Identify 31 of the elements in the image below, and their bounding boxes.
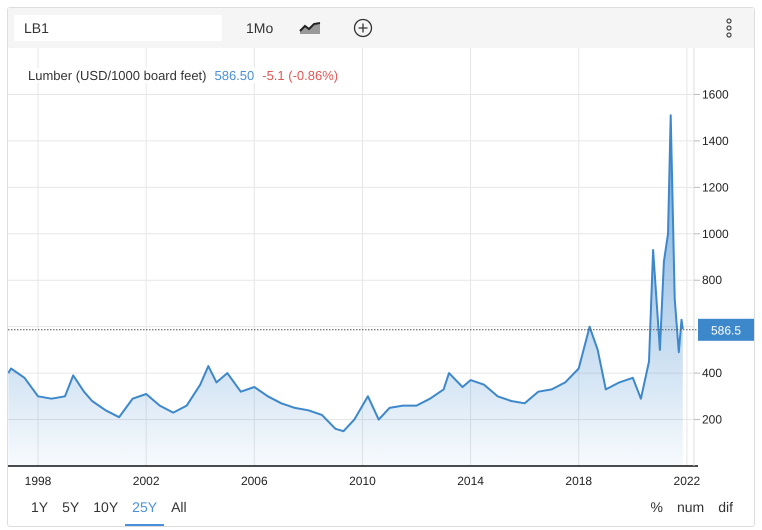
- chart-type-icon[interactable]: [299, 21, 322, 35]
- last-price-label: 586.5: [710, 323, 742, 338]
- y-axis-label: 400: [702, 366, 722, 380]
- symbol-field[interactable]: LB1: [14, 15, 222, 41]
- x-axis-label: 2022: [674, 474, 700, 488]
- y-axis-label: 200: [702, 412, 722, 427]
- x-axis-label: 2006: [240, 474, 268, 488]
- y-axis-label: 1400: [702, 134, 729, 148]
- range-tab[interactable]: 10Y: [86, 490, 126, 526]
- y-axis-label: 800: [702, 273, 722, 288]
- more-options-icon[interactable]: [726, 18, 732, 38]
- display-mode-button[interactable]: dif: [711, 490, 740, 526]
- x-axis-label: 2018: [565, 474, 592, 488]
- add-icon[interactable]: [353, 18, 374, 38]
- series-name: Lumber (USD/1000 board feet): [28, 68, 206, 83]
- range-tab[interactable]: 1Y: [24, 490, 56, 526]
- display-mode-button[interactable]: num: [670, 490, 712, 526]
- x-axis-label: 2002: [132, 474, 160, 488]
- y-axis-label: 1600: [702, 87, 729, 102]
- x-axis-label: 2010: [349, 474, 376, 488]
- range-tab[interactable]: All: [164, 490, 194, 526]
- display-mode-button[interactable]: %: [644, 490, 670, 526]
- y-axis-label: 1200: [702, 180, 729, 194]
- x-axis-label: 2014: [457, 474, 484, 488]
- x-axis-label: 1998: [24, 474, 52, 488]
- last-price-badge: [698, 318, 754, 341]
- interval-button[interactable]: 1Mo: [246, 20, 274, 36]
- price-value: 586.50: [214, 68, 254, 83]
- price-change: -5.1 (-0.86%): [262, 68, 338, 83]
- range-tab[interactable]: 5Y: [55, 490, 86, 526]
- y-axis-label: 1000: [702, 226, 729, 241]
